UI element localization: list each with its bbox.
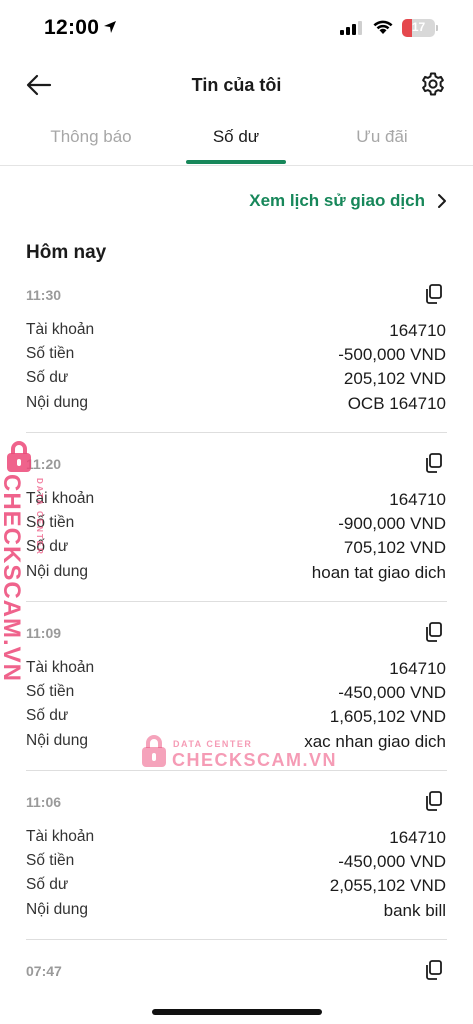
content-label: Nội dung	[26, 901, 89, 918]
copy-button[interactable]	[425, 284, 443, 304]
copy-icon	[426, 622, 442, 642]
account-row: Tài khoản 164710	[26, 321, 446, 345]
amount-row: Số tiền -450,000 VND	[26, 683, 446, 707]
battery-level: 17	[411, 20, 426, 34]
location-arrow-icon	[104, 21, 116, 33]
balance-row: Số dư 205,102 VND	[26, 369, 446, 393]
content-label: Nội dung	[26, 563, 89, 580]
balance-label: Số dư	[26, 369, 69, 386]
account-value: 164710	[389, 321, 446, 340]
content-label: Nội dung	[26, 394, 89, 411]
amount-value: -450,000 VND	[338, 683, 446, 702]
account-value: 164710	[389, 490, 446, 509]
amount-label: Số tiền	[26, 852, 75, 869]
content-value: xac nhan giao dich	[304, 732, 446, 751]
content-label: Nội dung	[26, 732, 89, 749]
balance-label: Số dư	[26, 876, 69, 893]
transaction-time: 11:06	[26, 794, 62, 810]
padlock-icon	[142, 735, 166, 767]
watermark-side-brand: CHECKSCAM.VN	[0, 474, 25, 683]
page-title: Tin của tôi	[191, 75, 282, 95]
amount-value: -900,000 VND	[338, 514, 446, 533]
amount-row: Số tiền -500,000 VND	[26, 345, 446, 369]
watermark-center-sub: DATA CENTER	[173, 739, 253, 749]
copy-icon	[426, 791, 442, 811]
watermark-center-brand: CHECKSCAM.VN	[172, 750, 338, 770]
section-title-today: Hôm nay	[26, 242, 107, 263]
amount-label: Số tiền	[26, 345, 75, 362]
watermark-side: CHECKSCAM.VN DATA CENTER	[0, 440, 44, 682]
active-tab-indicator	[186, 160, 286, 164]
amount-row: Số tiền -900,000 VND	[26, 514, 446, 538]
transaction-time: 07:47	[26, 963, 62, 979]
tab-notifications[interactable]: Thông báo	[42, 127, 140, 147]
transaction-time: 11:30	[26, 287, 62, 303]
status-time: 12:00	[44, 16, 100, 39]
balance-row: Số dư 705,102 VND	[26, 538, 446, 562]
wifi-icon	[373, 20, 393, 34]
content-value: bank bill	[383, 901, 446, 920]
home-indicator[interactable]	[152, 1009, 322, 1015]
amount-label: Số tiền	[26, 514, 75, 531]
balance-value: 705,102 VND	[343, 538, 446, 557]
account-row: Tài khoản 164710	[26, 490, 446, 514]
battery-icon: 17	[402, 19, 435, 37]
account-label: Tài khoản	[26, 321, 95, 338]
tab-offers[interactable]: Ưu đãi	[340, 127, 424, 147]
padlock-icon	[7, 441, 31, 472]
amount-label: Số tiền	[26, 683, 75, 700]
cellular-signal-icon	[340, 21, 362, 35]
copy-icon	[426, 960, 442, 980]
account-row: Tài khoản 164710	[26, 828, 446, 852]
balance-value: 205,102 VND	[343, 369, 446, 388]
balance-label: Số dư	[26, 707, 69, 724]
status-bar: 12:00 17	[0, 0, 473, 56]
gear-icon	[422, 72, 444, 96]
settings-button[interactable]	[420, 71, 446, 97]
content-value: OCB 164710	[347, 394, 446, 413]
watermark-center: DATA CENTER CHECKSCAM.VN	[140, 733, 336, 773]
amount-row: Số tiền -450,000 VND	[26, 852, 446, 876]
watermark-side-sub: DATA CENTER	[35, 478, 44, 556]
divider	[26, 939, 447, 940]
divider	[26, 601, 447, 602]
tab-bar: Thông báo Số dư Ưu đãi	[0, 112, 473, 166]
content-row: Nội dung bank bill	[26, 901, 446, 925]
copy-button[interactable]	[425, 791, 443, 811]
transaction-time: 11:09	[26, 625, 62, 641]
app-header: Tin của tôi	[0, 58, 473, 112]
balance-row: Số dư 2,055,102 VND	[26, 876, 446, 900]
chevron-right-icon	[438, 194, 446, 208]
account-label: Tài khoản	[26, 659, 95, 676]
balance-value: 2,055,102 VND	[329, 876, 446, 895]
content-row: Nội dung hoan tat giao dich	[26, 563, 446, 587]
transaction-history-label: Xem lịch sử giao dịch	[249, 191, 425, 210]
transaction-history-link[interactable]: Xem lịch sử giao dịch	[249, 191, 447, 211]
account-row: Tài khoản 164710	[26, 659, 446, 683]
content-value: hoan tat giao dich	[311, 563, 446, 582]
copy-button[interactable]	[425, 622, 443, 642]
copy-icon	[426, 453, 442, 473]
account-value: 164710	[389, 828, 446, 847]
copy-button[interactable]	[425, 960, 443, 980]
balance-value: 1,605,102 VND	[329, 707, 446, 726]
amount-value: -450,000 VND	[338, 852, 446, 871]
balance-label: Số dư	[26, 538, 69, 555]
account-label: Tài khoản	[26, 828, 95, 845]
balance-row: Số dư 1,605,102 VND	[26, 707, 446, 731]
copy-button[interactable]	[425, 453, 443, 473]
account-value: 164710	[389, 659, 446, 678]
amount-value: -500,000 VND	[338, 345, 446, 364]
battery-tip	[436, 25, 438, 31]
content-row: Nội dung OCB 164710	[26, 394, 446, 418]
tab-balance[interactable]: Số dư	[186, 127, 286, 147]
divider	[26, 432, 447, 433]
copy-icon	[426, 284, 442, 304]
